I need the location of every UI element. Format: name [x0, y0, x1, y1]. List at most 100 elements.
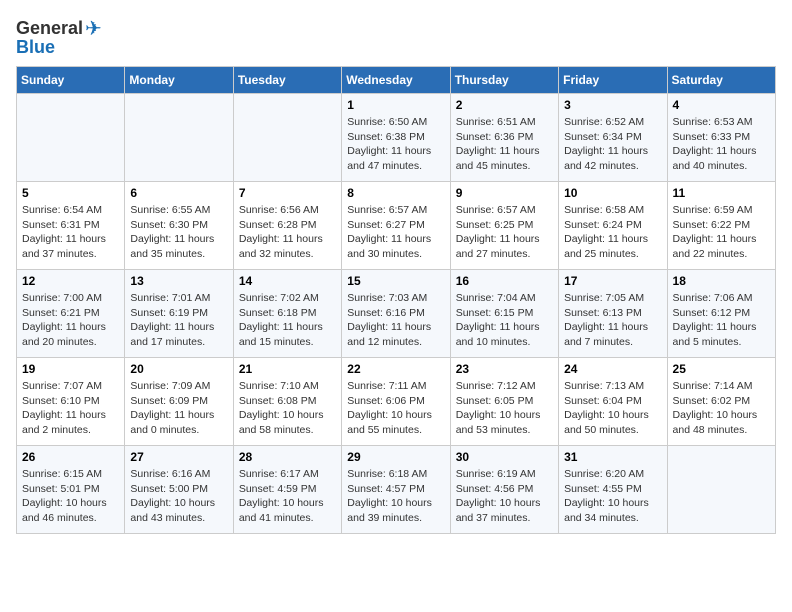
day-number: 3 — [564, 98, 661, 112]
day-number: 8 — [347, 186, 444, 200]
day-number: 31 — [564, 450, 661, 464]
col-header-monday: Monday — [125, 67, 233, 94]
day-number: 12 — [22, 274, 119, 288]
day-number: 6 — [130, 186, 227, 200]
col-header-sunday: Sunday — [17, 67, 125, 94]
day-number: 13 — [130, 274, 227, 288]
day-info: Sunrise: 6:53 AMSunset: 6:33 PMDaylight:… — [673, 115, 770, 174]
calendar-cell: 20 Sunrise: 7:09 AMSunset: 6:09 PMDayligh… — [125, 358, 233, 446]
day-number: 24 — [564, 362, 661, 376]
day-number: 7 — [239, 186, 336, 200]
day-info: Sunrise: 6:17 AMSunset: 4:59 PMDaylight:… — [239, 467, 336, 526]
day-info: Sunrise: 6:51 AMSunset: 6:36 PMDaylight:… — [456, 115, 553, 174]
day-number: 27 — [130, 450, 227, 464]
day-info: Sunrise: 6:59 AMSunset: 6:22 PMDaylight:… — [673, 203, 770, 262]
calendar-cell: 31 Sunrise: 6:20 AMSunset: 4:55 PMDayligh… — [559, 446, 667, 534]
calendar-cell: 10Sunrise: 6:58 AMSunset: 6:24 PMDayligh… — [559, 182, 667, 270]
calendar-cell: 24 Sunrise: 7:13 AMSunset: 6:04 PMDayligh… — [559, 358, 667, 446]
calendar-cell: 4 Sunrise: 6:53 AMSunset: 6:33 PMDaylight… — [667, 94, 775, 182]
col-header-wednesday: Wednesday — [342, 67, 450, 94]
day-info: Sunrise: 7:14 AMSunset: 6:02 PMDaylight:… — [673, 379, 770, 438]
logo-bird-icon: ✈ — [85, 16, 102, 41]
col-header-thursday: Thursday — [450, 67, 558, 94]
calendar-cell: 1 Sunrise: 6:50 AMSunset: 6:38 PMDaylight… — [342, 94, 450, 182]
calendar-cell: 15 Sunrise: 7:03 AMSunset: 6:16 PMDayligh… — [342, 270, 450, 358]
day-number: 19 — [22, 362, 119, 376]
calendar-cell: 7 Sunrise: 6:56 AMSunset: 6:28 PMDaylight… — [233, 182, 341, 270]
col-header-tuesday: Tuesday — [233, 67, 341, 94]
calendar-cell: 3 Sunrise: 6:52 AMSunset: 6:34 PMDaylight… — [559, 94, 667, 182]
calendar-cell: 25 Sunrise: 7:14 AMSunset: 6:02 PMDayligh… — [667, 358, 775, 446]
calendar-cell: 5Sunrise: 6:54 AMSunset: 6:31 PMDaylight… — [17, 182, 125, 270]
day-info: Sunrise: 6:50 AMSunset: 6:38 PMDaylight:… — [347, 115, 444, 174]
calendar-cell: 11 Sunrise: 6:59 AMSunset: 6:22 PMDayligh… — [667, 182, 775, 270]
day-number: 14 — [239, 274, 336, 288]
day-info: Sunrise: 6:54 AMSunset: 6:31 PMDaylight:… — [22, 203, 119, 262]
day-info: Sunrise: 7:03 AMSunset: 6:16 PMDaylight:… — [347, 291, 444, 350]
week-row-5: 26 Sunrise: 6:15 AMSunset: 5:01 PMDayligh… — [17, 446, 776, 534]
calendar-cell: 26 Sunrise: 6:15 AMSunset: 5:01 PMDayligh… — [17, 446, 125, 534]
week-row-2: 5Sunrise: 6:54 AMSunset: 6:31 PMDaylight… — [17, 182, 776, 270]
calendar-cell — [17, 94, 125, 182]
day-number: 22 — [347, 362, 444, 376]
week-row-3: 12Sunrise: 7:00 AMSunset: 6:21 PMDayligh… — [17, 270, 776, 358]
calendar-cell: 28 Sunrise: 6:17 AMSunset: 4:59 PMDayligh… — [233, 446, 341, 534]
col-header-friday: Friday — [559, 67, 667, 94]
day-number: 16 — [456, 274, 553, 288]
day-number: 10 — [564, 186, 661, 200]
day-number: 18 — [673, 274, 770, 288]
calendar-cell: 23 Sunrise: 7:12 AMSunset: 6:05 PMDayligh… — [450, 358, 558, 446]
calendar-cell — [233, 94, 341, 182]
header-row: SundayMondayTuesdayWednesdayThursdayFrid… — [17, 67, 776, 94]
page-header: General ✈ Blue — [16, 16, 776, 58]
week-row-4: 19 Sunrise: 7:07 AMSunset: 6:10 PMDayligh… — [17, 358, 776, 446]
day-info: Sunrise: 6:18 AMSunset: 4:57 PMDaylight:… — [347, 467, 444, 526]
day-info: Sunrise: 6:57 AMSunset: 6:25 PMDaylight:… — [456, 203, 553, 262]
calendar-cell: 27 Sunrise: 6:16 AMSunset: 5:00 PMDayligh… — [125, 446, 233, 534]
day-info: Sunrise: 7:11 AMSunset: 6:06 PMDaylight:… — [347, 379, 444, 438]
col-header-saturday: Saturday — [667, 67, 775, 94]
calendar-cell: 30 Sunrise: 6:19 AMSunset: 4:56 PMDayligh… — [450, 446, 558, 534]
calendar-cell: 9Sunrise: 6:57 AMSunset: 6:25 PMDaylight… — [450, 182, 558, 270]
day-info: Sunrise: 7:13 AMSunset: 6:04 PMDaylight:… — [564, 379, 661, 438]
calendar-cell: 18 Sunrise: 7:06 AMSunset: 6:12 PMDayligh… — [667, 270, 775, 358]
day-info: Sunrise: 6:56 AMSunset: 6:28 PMDaylight:… — [239, 203, 336, 262]
calendar-cell: 21Sunrise: 7:10 AMSunset: 6:08 PMDayligh… — [233, 358, 341, 446]
calendar-cell: 17 Sunrise: 7:05 AMSunset: 6:13 PMDayligh… — [559, 270, 667, 358]
day-number: 17 — [564, 274, 661, 288]
day-number: 30 — [456, 450, 553, 464]
calendar-cell: 2Sunrise: 6:51 AMSunset: 6:36 PMDaylight… — [450, 94, 558, 182]
day-info: Sunrise: 7:09 AMSunset: 6:09 PMDaylight:… — [130, 379, 227, 438]
day-number: 1 — [347, 98, 444, 112]
day-info: Sunrise: 6:20 AMSunset: 4:55 PMDaylight:… — [564, 467, 661, 526]
day-info: Sunrise: 7:06 AMSunset: 6:12 PMDaylight:… — [673, 291, 770, 350]
calendar-cell: 29 Sunrise: 6:18 AMSunset: 4:57 PMDayligh… — [342, 446, 450, 534]
day-info: Sunrise: 6:55 AMSunset: 6:30 PMDaylight:… — [130, 203, 227, 262]
day-number: 29 — [347, 450, 444, 464]
day-info: Sunrise: 6:52 AMSunset: 6:34 PMDaylight:… — [564, 115, 661, 174]
calendar-cell — [667, 446, 775, 534]
day-number: 11 — [673, 186, 770, 200]
day-info: Sunrise: 7:05 AMSunset: 6:13 PMDaylight:… — [564, 291, 661, 350]
logo-blue: Blue — [16, 37, 55, 58]
day-number: 26 — [22, 450, 119, 464]
day-info: Sunrise: 6:15 AMSunset: 5:01 PMDaylight:… — [22, 467, 119, 526]
day-number: 20 — [130, 362, 227, 376]
day-info: Sunrise: 6:19 AMSunset: 4:56 PMDaylight:… — [456, 467, 553, 526]
day-number: 28 — [239, 450, 336, 464]
day-info: Sunrise: 7:02 AMSunset: 6:18 PMDaylight:… — [239, 291, 336, 350]
day-info: Sunrise: 6:16 AMSunset: 5:00 PMDaylight:… — [130, 467, 227, 526]
day-number: 4 — [673, 98, 770, 112]
calendar-cell: 12Sunrise: 7:00 AMSunset: 6:21 PMDayligh… — [17, 270, 125, 358]
day-number: 15 — [347, 274, 444, 288]
calendar-cell: 13Sunrise: 7:01 AMSunset: 6:19 PMDayligh… — [125, 270, 233, 358]
day-number: 23 — [456, 362, 553, 376]
calendar-cell: 6 Sunrise: 6:55 AMSunset: 6:30 PMDaylight… — [125, 182, 233, 270]
day-info: Sunrise: 7:07 AMSunset: 6:10 PMDaylight:… — [22, 379, 119, 438]
day-info: Sunrise: 7:12 AMSunset: 6:05 PMDaylight:… — [456, 379, 553, 438]
day-info: Sunrise: 7:04 AMSunset: 6:15 PMDaylight:… — [456, 291, 553, 350]
logo: General ✈ Blue — [16, 16, 102, 58]
day-number: 25 — [673, 362, 770, 376]
day-number: 21 — [239, 362, 336, 376]
calendar-cell: 14 Sunrise: 7:02 AMSunset: 6:18 PMDayligh… — [233, 270, 341, 358]
